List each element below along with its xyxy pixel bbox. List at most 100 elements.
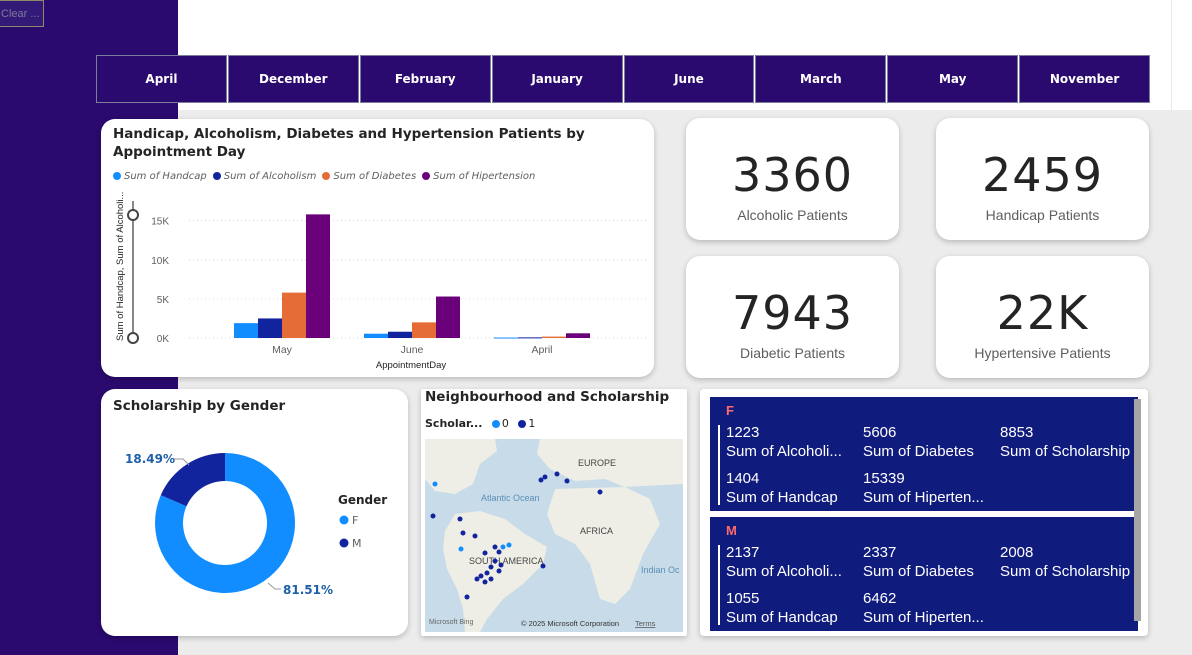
map-point[interactable] [482, 550, 488, 556]
multirow-f-handcap: 1404 Sum of Handcap [726, 469, 838, 507]
map-card[interactable]: Neighbourhood and Scholarship Scholar...… [421, 389, 687, 636]
map-point[interactable] [492, 558, 498, 564]
bar-chart-card[interactable]: Handicap, Alcoholism, Diabetes and Hyper… [101, 119, 654, 377]
map-point[interactable] [496, 549, 502, 555]
bar-may-2[interactable] [282, 292, 306, 338]
multirow-m-scholarship-label: Sum of Scholarship [1000, 563, 1131, 580]
donut-legend-f-marker[interactable] [339, 515, 349, 525]
kpi-card-alcoholic[interactable]: 3360 Alcoholic Patients [686, 118, 899, 240]
multirow-m-handcap: 1055 Sum of Handcap [726, 589, 838, 627]
map-point[interactable] [597, 489, 603, 495]
map-point[interactable] [457, 516, 463, 522]
map-point[interactable] [500, 544, 506, 550]
donut-leader-large [267, 582, 281, 590]
bar-april-2[interactable] [542, 336, 566, 338]
x-axis-title: AppointmentDay [376, 360, 446, 371]
month-tile-april[interactable]: April [96, 55, 227, 103]
month-tile-june[interactable]: June [623, 55, 755, 103]
kpi-card-handicap[interactable]: 2459 Handicap Patients [936, 118, 1149, 240]
map-point[interactable] [498, 562, 504, 568]
map-legend-1[interactable]: 1 [528, 417, 535, 430]
kpi-label-hypertensive: Hypertensive Patients [974, 345, 1111, 361]
map-point[interactable] [496, 568, 502, 574]
kpi-label-handicap: Handicap Patients [985, 207, 1100, 223]
map-point[interactable] [478, 573, 484, 579]
map-legend-0[interactable]: 0 [502, 417, 509, 430]
bar-june-3[interactable] [436, 296, 460, 338]
map-point[interactable] [458, 546, 464, 552]
bar-april-3[interactable] [566, 333, 590, 338]
clear-filters-button[interactable]: Clear ... [0, 0, 44, 27]
map-point[interactable] [542, 474, 548, 480]
multirow-f-scholarship: 8853 Sum of Scholarship [1000, 423, 1130, 461]
donut-legend-title: Gender [338, 493, 387, 507]
map-point[interactable] [484, 570, 490, 576]
bar-june-0[interactable] [364, 333, 388, 338]
donut-legend-f-label[interactable]: F [352, 514, 358, 527]
multirow-m-diabetes-value: 2337 [863, 544, 897, 561]
month-tile-march[interactable]: March [755, 55, 887, 103]
map-point[interactable] [472, 533, 478, 539]
map-point[interactable] [554, 471, 560, 477]
bar-april-1[interactable] [518, 337, 542, 339]
multirow-scrollbar[interactable] [1134, 399, 1141, 621]
multirow-f-hipertension-label: Sum of Hiperten... [863, 489, 984, 506]
donut-legend-m-label[interactable]: M [352, 537, 362, 550]
month-tile-february[interactable]: February [359, 55, 491, 103]
bar-may-1[interactable] [258, 318, 282, 338]
map-point[interactable] [430, 513, 436, 519]
multirow-group-m[interactable]: M 2137 Sum of Alcoholi... 2337 Sum of Diab… [708, 517, 1138, 631]
multirow-f-hipertension-value: 15339 [863, 470, 905, 487]
y-range-slider-handle-bottom[interactable] [127, 332, 139, 344]
multirow-accent-bar [718, 545, 720, 625]
multirow-m-alcoholism-label: Sum of Alcoholi... [726, 563, 842, 580]
donut-chart-card[interactable]: Scholarship by Gender 18.49% 81.51% Gend… [101, 389, 408, 636]
bar-may-0[interactable] [234, 323, 258, 338]
multirow-f-handcap-value: 1404 [726, 470, 760, 487]
map-point[interactable] [506, 542, 512, 548]
map-point[interactable] [488, 564, 494, 570]
map-label-south-america: SOUTH AMERICA [469, 556, 544, 566]
month-tile-december[interactable]: December [227, 55, 359, 103]
map-point[interactable] [464, 594, 470, 600]
month-tile-november[interactable]: November [1019, 55, 1150, 103]
map-point[interactable] [540, 563, 546, 569]
donut-leader-small [173, 458, 190, 466]
y-tick-label: 5K [157, 295, 170, 306]
map-point[interactable] [474, 576, 480, 582]
bar-may-3[interactable] [306, 214, 330, 338]
kpi-value-alcoholic: 3360 [731, 148, 854, 202]
multirow-m-scholarship-value: 2008 [1000, 544, 1034, 561]
multirow-group-f[interactable]: F 1223 Sum of Alcoholi... 5606 Sum of Diab… [708, 397, 1138, 511]
map-label-indian: Indian Oc [641, 565, 680, 575]
month-tile-may[interactable]: May [887, 55, 1019, 103]
bar-june-2[interactable] [412, 322, 436, 338]
map-point[interactable] [460, 530, 466, 536]
map-point[interactable] [432, 481, 438, 487]
bar-april-0[interactable] [494, 337, 518, 339]
map-point[interactable] [538, 477, 544, 483]
world-map[interactable]: EUROPE Atlantic Ocean AFRICA SOUTH AMERI… [425, 439, 683, 632]
kpi-label-alcoholic: Alcoholic Patients [737, 207, 848, 223]
donut-legend-m-marker[interactable] [339, 538, 349, 548]
map-label-africa: AFRICA [580, 526, 613, 536]
donut-plot: 18.49% 81.51% Gender F M [125, 452, 387, 597]
map-point[interactable] [488, 576, 494, 582]
multirow-m-diabetes: 2337 Sum of Diabetes [863, 543, 974, 581]
y-range-slider-handle-top[interactable] [127, 209, 139, 221]
x-tick-label: April [531, 344, 552, 356]
kpi-card-hypertensive[interactable]: 22K Hypertensive Patients [936, 256, 1149, 378]
month-tile-january[interactable]: January [491, 55, 623, 103]
multirow-f-alcoholism: 1223 Sum of Alcoholi... [726, 423, 842, 461]
multirow-f-scholarship-label: Sum of Scholarship [1000, 443, 1131, 460]
map-terms-link[interactable]: Terms [635, 619, 656, 628]
bar-june-1[interactable] [388, 331, 412, 338]
kpi-card-diabetic[interactable]: 7943 Diabetic Patients [686, 256, 899, 378]
map-point[interactable] [564, 478, 570, 484]
map-bing-logo: Microsoft Bing [429, 619, 473, 626]
map-point[interactable] [492, 544, 498, 550]
kpi-label-diabetic: Diabetic Patients [739, 345, 846, 361]
multirow-m-scholarship: 2008 Sum of Scholarship [1000, 543, 1130, 581]
y-tick-label: 10K [151, 256, 169, 267]
map-point[interactable] [482, 579, 488, 585]
